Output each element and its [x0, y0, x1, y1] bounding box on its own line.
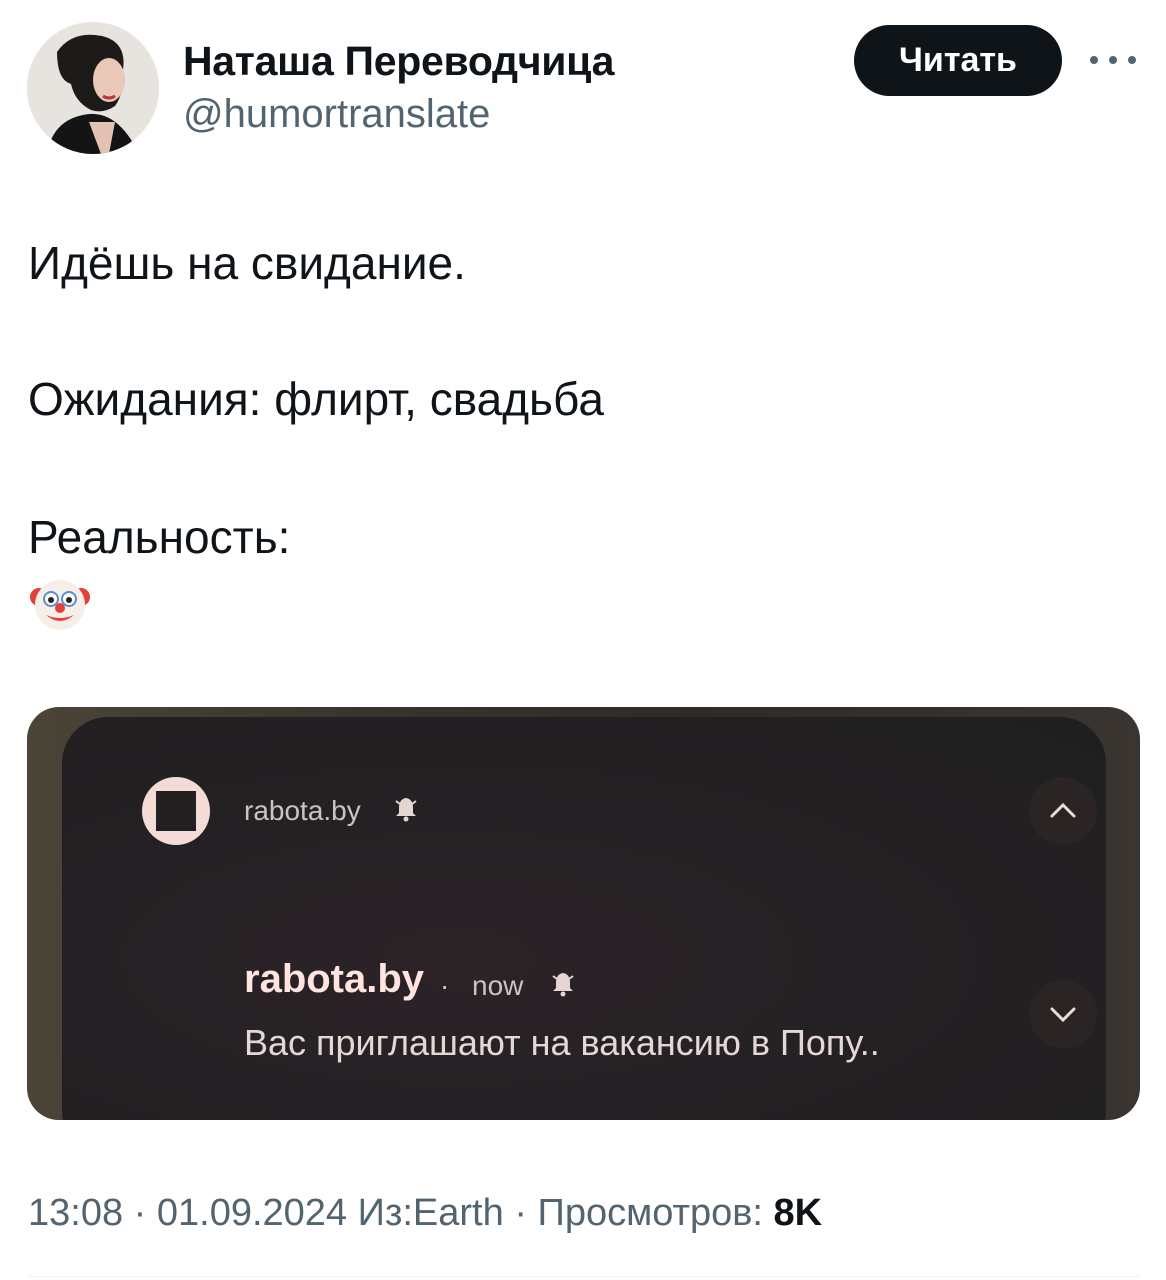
tweet-source: Из:Earth: [357, 1192, 504, 1234]
author-avatar[interactable]: [27, 22, 159, 154]
tweet-time[interactable]: 13:08: [28, 1192, 123, 1234]
more-options-icon[interactable]: [1090, 48, 1136, 72]
bell-icon: [395, 798, 417, 822]
tweet-text-line-3: Реальность:: [28, 511, 291, 563]
tweet-date[interactable]: 01.09.2024: [157, 1192, 347, 1234]
author-name[interactable]: Наташа Переводчица: [183, 38, 614, 85]
tweet-text-line-1: Идёшь на свидание.: [28, 237, 466, 289]
meta-separator: ·: [514, 1192, 527, 1234]
notification-body: Вас приглашают на вакансию в Попу..: [244, 1022, 880, 1063]
chevron-down-icon: [1050, 1007, 1076, 1023]
notification-separator: ·: [440, 970, 450, 1001]
notification-panel: rabota.by rabota.by · now Вас приглашают…: [62, 717, 1106, 1120]
expand-button[interactable]: [1029, 980, 1097, 1048]
collapse-button[interactable]: [1029, 777, 1097, 845]
app-icon: [142, 777, 210, 845]
tweet-meta: 13:08 · 01.09.2024 Из:Earth · Просмотров…: [28, 1192, 822, 1235]
notification-title: rabota.by: [244, 957, 425, 1001]
avatar-photo: [27, 22, 159, 154]
clown-face-icon: [30, 580, 90, 630]
divider: [27, 1276, 1140, 1277]
views-count: 8K: [773, 1192, 823, 1234]
follow-button[interactable]: Читать: [854, 25, 1062, 96]
tweet-text-line-2: Ожидания: флирт, свадьба: [28, 373, 604, 425]
notification-time: now: [472, 970, 524, 1001]
author-handle[interactable]: @humortranslate: [183, 92, 490, 137]
bell-icon: [552, 973, 574, 997]
meta-separator: ·: [133, 1192, 147, 1234]
chevron-up-icon: [1050, 802, 1076, 818]
notification-app-label: rabota.by: [244, 795, 361, 826]
views-label: Просмотров:: [537, 1192, 763, 1234]
tweet-media-image[interactable]: rabota.by rabota.by · now Вас приглашают…: [27, 707, 1140, 1120]
